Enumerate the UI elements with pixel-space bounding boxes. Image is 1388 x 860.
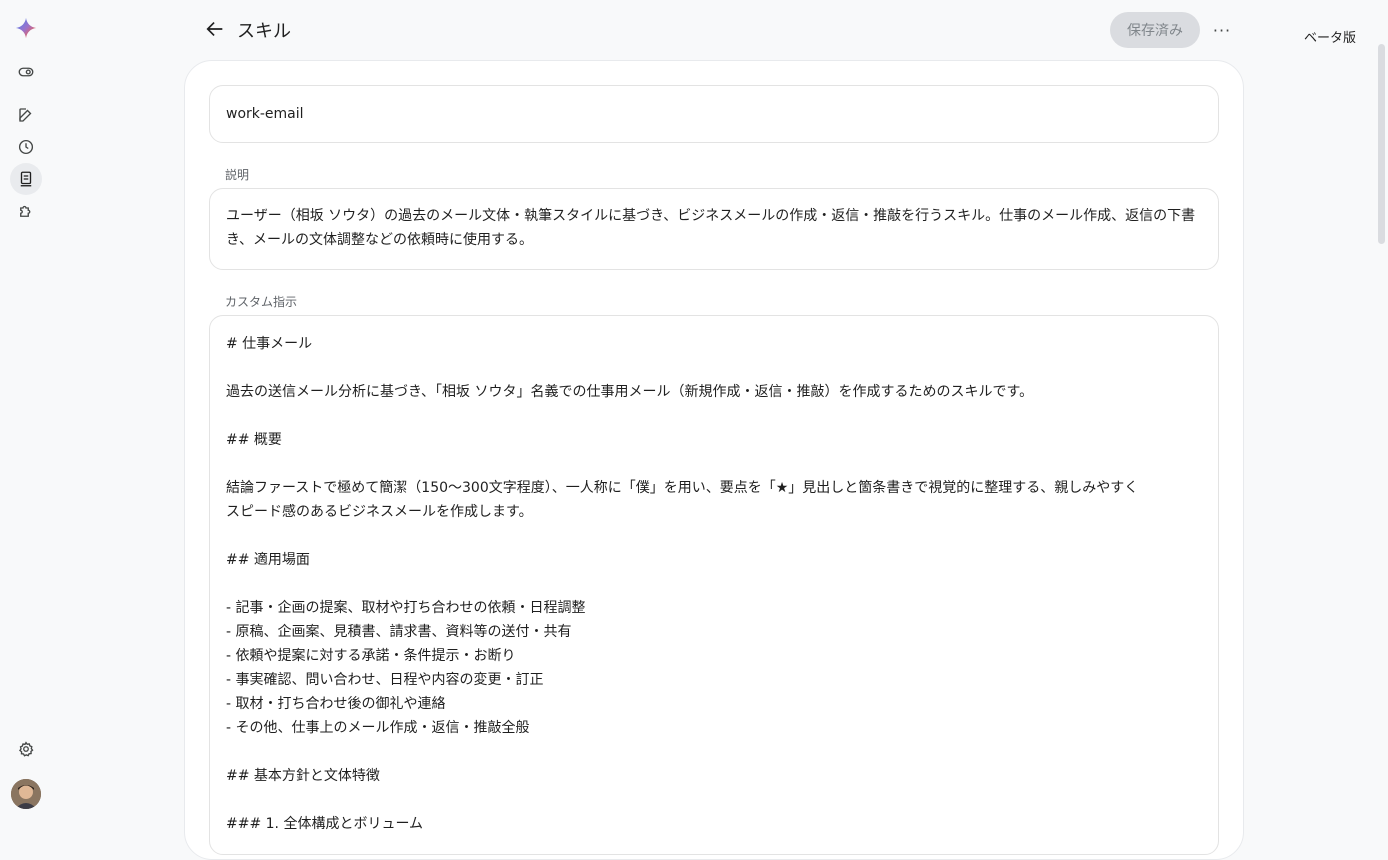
custom-instructions-textarea[interactable]: # 仕事メール過去の送信メール分析に基づき、「相坂 ソウタ」名義での仕事用メール… — [209, 315, 1219, 855]
skill-name-input[interactable]: work-email — [209, 85, 1219, 143]
edit-icon[interactable] — [10, 99, 42, 131]
instruction-line: ### 1. 全体構成とボリューム — [226, 816, 424, 832]
settings-icon[interactable] — [10, 733, 42, 765]
instruction-line: 過去の送信メール分析に基づき、「相坂 ソウタ」名義での仕事用メール（新規作成・返… — [226, 384, 1034, 400]
instruction-line: 結論ファーストで極めて簡潔（150〜300文字程度）、一人称に「僕」を用い、要点… — [226, 480, 1139, 496]
page-title: スキル — [237, 21, 291, 42]
instruction-line — [226, 572, 1202, 596]
saved-button[interactable]: 保存済み — [1110, 12, 1200, 48]
instruction-line — [226, 356, 1202, 380]
instruction-line: # 仕事メール — [226, 336, 313, 352]
instruction-line: - 取材・打ち合わせ後の御礼や連絡 — [226, 696, 446, 712]
instruction-line — [226, 452, 1202, 476]
skills-icon[interactable] — [10, 163, 42, 195]
instruction-line — [226, 404, 1202, 428]
instruction-line: ## 概要 — [226, 432, 282, 448]
back-button[interactable] — [200, 14, 230, 44]
more-options-icon[interactable]: ··· — [1206, 14, 1238, 46]
arrow-back-icon — [206, 21, 223, 37]
history-icon[interactable] — [10, 131, 42, 163]
gemini-logo-icon[interactable] — [10, 12, 42, 44]
beta-badge: ベータ版 — [1304, 31, 1357, 46]
instruction-line: ## 適用場面 — [226, 552, 310, 568]
instruction-line: ## 基本方針と文体特徴 — [226, 768, 380, 784]
description-textarea[interactable]: ユーザー（相坂 ソウタ）の過去のメール文体・執筆スタイルに基づき、ビジネスメール… — [209, 188, 1219, 270]
instruction-line: - その他、仕事上のメール作成・返信・推敲全般 — [226, 720, 530, 736]
custom-instructions-label: カスタム指示 — [225, 295, 298, 309]
instruction-line: - 原稿、企画案、見積書、請求書、資料等の送付・共有 — [226, 624, 572, 640]
page-scrollbar[interactable] — [1378, 44, 1385, 244]
description-label: 説明 — [225, 168, 250, 182]
instruction-line: - 事実確認、問い合わせ、日程や内容の変更・訂正 — [226, 672, 544, 688]
instruction-line: スピード感のあるビジネスメールを作成します。 — [226, 504, 533, 520]
instruction-line — [226, 740, 1202, 764]
toggle-icon[interactable] — [10, 56, 42, 88]
instruction-line — [226, 788, 1202, 812]
instruction-line: - 依頼や提案に対する承諾・条件提示・お断り — [226, 648, 516, 664]
instruction-line: - 記事・企画の提案、取材や打ち合わせの依頼・日程調整 — [226, 600, 586, 616]
instruction-line — [226, 524, 1202, 548]
extensions-icon[interactable] — [10, 195, 42, 227]
avatar[interactable] — [11, 779, 41, 809]
nav-rail — [0, 0, 52, 826]
